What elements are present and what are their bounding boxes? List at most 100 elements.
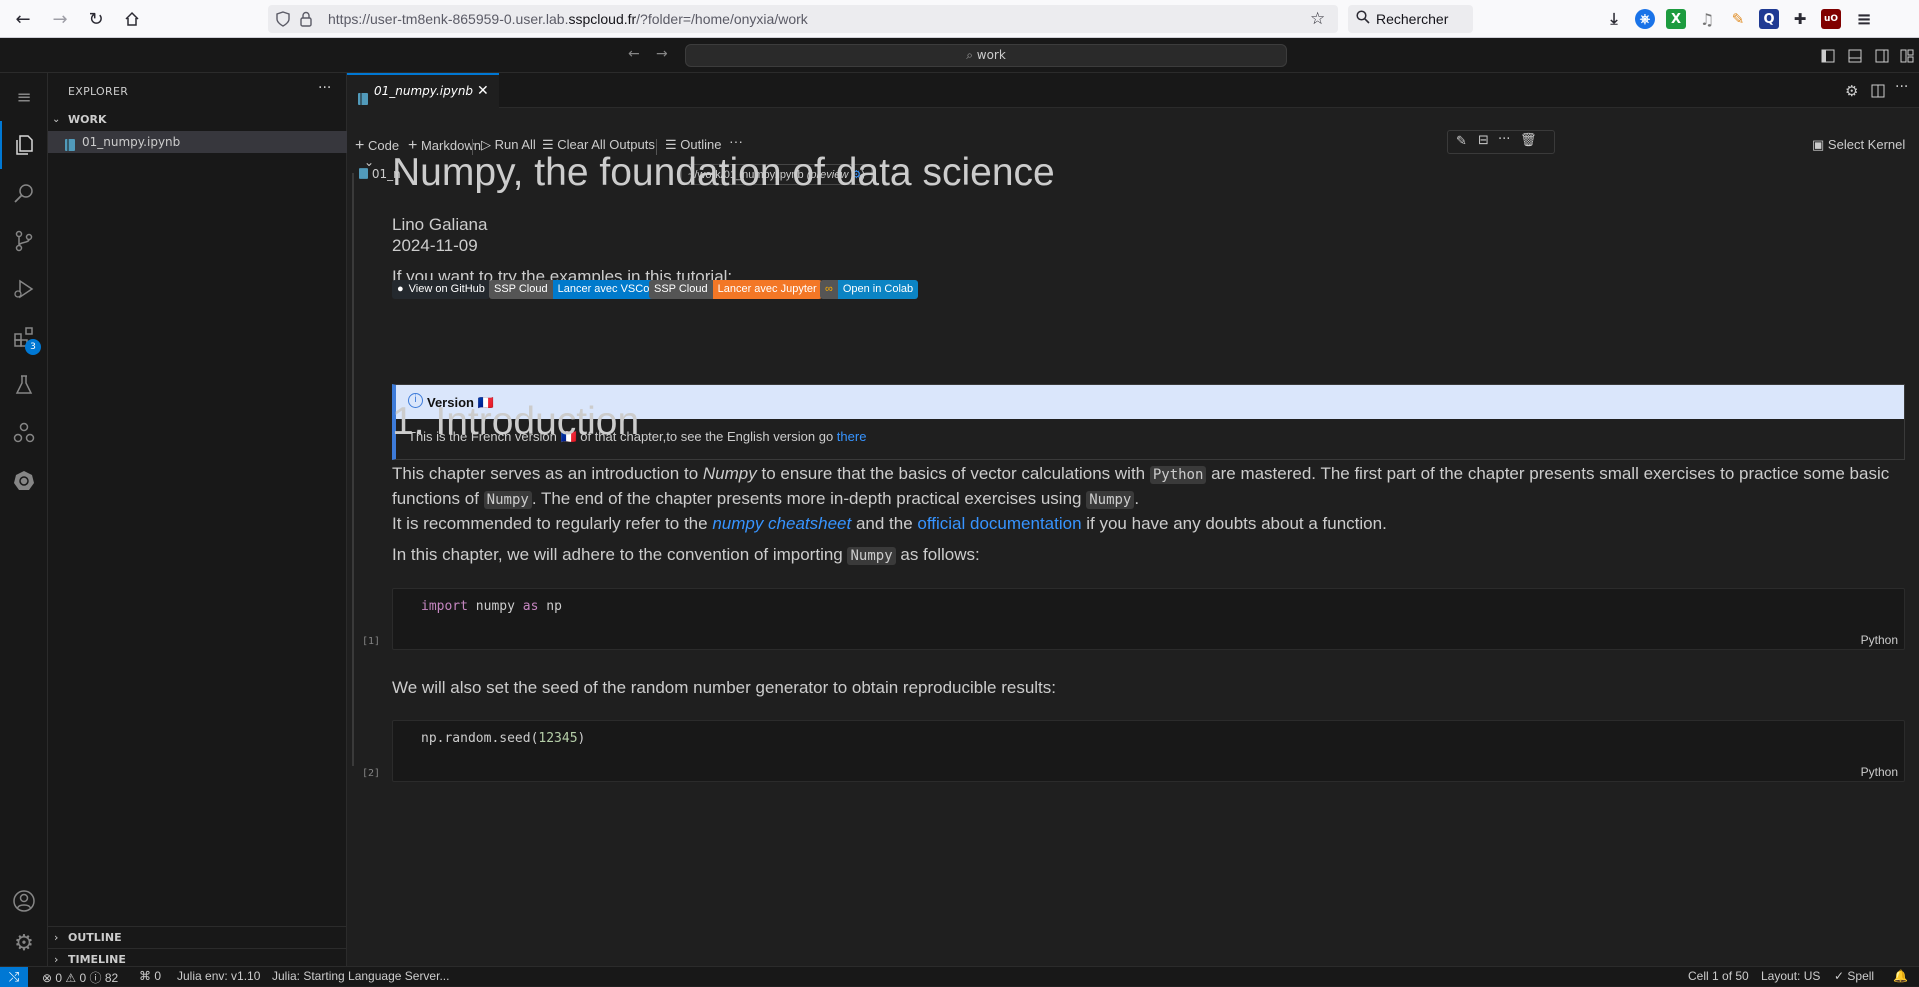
more-actions-icon[interactable]: ··· — [1895, 79, 1908, 95]
seed-paragraph: We will also set the seed of the random … — [392, 678, 1056, 697]
author: Lino Galiana — [392, 215, 488, 234]
split-editor-icon[interactable] — [1871, 83, 1885, 102]
ports-indicator[interactable]: ⌘ 0 — [139, 969, 161, 983]
code-editor[interactable]: np.random.seed(12345) — [421, 731, 585, 746]
ublock-icon[interactable]: uO — [1821, 9, 1841, 29]
command-center[interactable]: ⌕ work — [685, 44, 1287, 67]
keyboard-layout[interactable]: Layout: US — [1761, 969, 1820, 983]
file-01-numpy[interactable]: 01_numpy.ipynb — [48, 131, 347, 153]
intro-heading: 1. Introduction — [392, 400, 640, 443]
select-kernel-button[interactable]: ▣ Select Kernel — [1812, 137, 1905, 153]
more-actions-icon[interactable]: ··· — [318, 80, 331, 96]
notebook-editor: 01_numpy.ipynb ✕ ⚙ ··· 01_n ~/work/01_nu… — [347, 73, 1919, 966]
delete-cell-icon[interactable]: 🗑 — [1520, 133, 1537, 148]
search-icon[interactable] — [0, 169, 48, 217]
there-link[interactable]: there — [837, 429, 867, 444]
cell-language[interactable]: Python — [1861, 765, 1898, 779]
back-icon[interactable]: ← — [11, 7, 35, 31]
notebook-settings-gear-icon[interactable]: ⚙ — [1845, 82, 1858, 100]
colab-badge[interactable]: ∞ Open in Colab — [820, 280, 919, 299]
execution-count: [2] — [362, 768, 381, 779]
menu-icon[interactable]: ≡ — [1854, 9, 1874, 30]
cell-language[interactable]: Python — [1861, 633, 1898, 647]
more-cell-actions-icon[interactable]: ··· — [1498, 132, 1510, 147]
downloads-icon[interactable]: ⤓ — [1604, 9, 1624, 29]
code-cell-1[interactable]: import numpy as np Python — [392, 588, 1905, 650]
outline-section[interactable]: › OUTLINE — [48, 926, 347, 948]
home-icon[interactable] — [120, 7, 144, 31]
sspcloud-jupyter-badge[interactable]: SSP Cloud Lancer avec Jupyter — [649, 280, 822, 299]
brush-icon[interactable]: ✎ — [1728, 9, 1748, 29]
search-placeholder: Rechercher — [1376, 11, 1449, 27]
source-control-icon[interactable] — [0, 217, 48, 265]
badge-left: SSP Cloud — [489, 280, 553, 299]
text: to ensure that the basics of vector calc… — [756, 464, 1150, 483]
extension-helm-icon[interactable]: ⎈ — [1635, 9, 1655, 29]
remote-explorer-icon[interactable] — [0, 409, 48, 457]
extension-x-icon[interactable]: X — [1666, 9, 1686, 29]
problems-indicator[interactable]: ⊗ 0 ⚠ 0 ⓘ 82 — [42, 969, 118, 986]
toggle-secondary-sidebar-icon[interactable] — [1875, 48, 1889, 67]
extensions-puzzle-icon[interactable]: ✚ — [1790, 9, 1810, 29]
accounts-icon[interactable] — [0, 877, 48, 925]
file-label: 01_numpy.ipynb — [82, 135, 181, 149]
explorer-icon[interactable] — [0, 121, 48, 169]
toggle-panel-icon[interactable] — [1848, 48, 1862, 67]
toggle-primary-sidebar-icon[interactable] — [1821, 48, 1835, 67]
nav-back-icon[interactable]: ← — [628, 46, 640, 62]
notifications-bell-icon[interactable]: 🔔 — [1893, 969, 1908, 983]
text: This chapter serves as an introduction t… — [392, 464, 703, 483]
tab-label: 01_numpy.ipynb — [374, 84, 474, 98]
reload-icon[interactable]: ↻ — [84, 7, 108, 31]
run-debug-icon[interactable] — [0, 265, 48, 313]
lock-icon[interactable] — [300, 11, 312, 30]
nav-forward-icon[interactable]: → — [656, 46, 668, 62]
sspcloud-vscode-badge[interactable]: SSP Cloud Lancer avec VSCode — [489, 280, 667, 299]
customize-layout-icon[interactable] — [1900, 48, 1914, 67]
browser-search[interactable]: Rechercher — [1348, 5, 1473, 33]
bookmark-star-icon[interactable]: ☆ — [1310, 9, 1325, 29]
folder-work[interactable]: ⌄ WORK — [48, 109, 347, 131]
official-docs-link[interactable]: official documentation — [917, 514, 1081, 533]
colab-icon: ∞ — [820, 280, 838, 299]
vscode-titlebar: ← → ⌕ work — [0, 38, 1919, 73]
cheatsheet-link[interactable]: numpy cheatsheet — [712, 514, 851, 533]
clear-label: Clear All Outputs — [557, 137, 655, 152]
kubernetes-icon[interactable] — [0, 457, 48, 505]
tab-bar: 01_numpy.ipynb ✕ ⚙ ··· — [347, 73, 1919, 108]
shield-icon[interactable] — [276, 11, 290, 30]
cell-position[interactable]: Cell 1 of 50 — [1688, 969, 1749, 983]
more-toolbar-icon[interactable]: ··· — [729, 133, 743, 149]
extensions-icon[interactable]: 3 — [0, 313, 48, 361]
text: . The end of the chapter presents more i… — [531, 489, 1087, 508]
command-center-label: work — [976, 48, 1006, 62]
github-badge[interactable]: ● View on GitHub — [392, 280, 490, 299]
close-tab-icon[interactable]: ✕ — [477, 75, 489, 107]
remote-indicator-icon[interactable]: ⤭ — [0, 967, 28, 987]
extensions-badge: 3 — [25, 339, 41, 355]
music-icon[interactable]: ♫ — [1697, 9, 1717, 29]
outline-label: Outline — [680, 137, 722, 152]
split-cell-icon[interactable]: ⊟ — [1478, 133, 1489, 148]
github-badge-label: View on GitHub — [408, 283, 485, 295]
spell-indicator[interactable]: ✓ Spell — [1834, 969, 1874, 983]
text: It is recommended to regularly refer to … — [392, 514, 713, 533]
tab-01-numpy[interactable]: 01_numpy.ipynb ✕ — [347, 73, 499, 108]
hamburger-menu-icon[interactable]: ≡ — [0, 73, 48, 121]
testing-flask-icon[interactable] — [0, 361, 48, 409]
text: if you have any doubts about a function. — [1081, 514, 1387, 533]
code-cell-2[interactable]: np.random.seed(12345) Python — [392, 720, 1905, 782]
search-icon — [1356, 10, 1370, 27]
collapse-chevron-icon[interactable]: ⌄ — [364, 155, 374, 169]
extension-q-icon[interactable]: Q — [1759, 9, 1779, 29]
warnings-count: 0 — [79, 971, 87, 985]
url-bar[interactable]: https://user-tm8enk-865959-0.user.lab.ss… — [268, 5, 1338, 33]
activity-bar: ≡ 3 ⚙ — [0, 73, 48, 966]
julia-status[interactable]: Julia: Starting Language Server... — [272, 969, 449, 983]
forward-icon[interactable]: → — [48, 7, 72, 31]
edit-pencil-icon[interactable]: ✎ — [1456, 134, 1467, 149]
url-text: https://user-tm8enk-865959-0.user.lab.ss… — [328, 11, 808, 27]
code-editor[interactable]: import numpy as np — [421, 599, 562, 614]
settings-gear-icon[interactable]: ⚙ — [0, 919, 48, 967]
julia-env[interactable]: Julia env: v1.10 — [177, 969, 260, 983]
